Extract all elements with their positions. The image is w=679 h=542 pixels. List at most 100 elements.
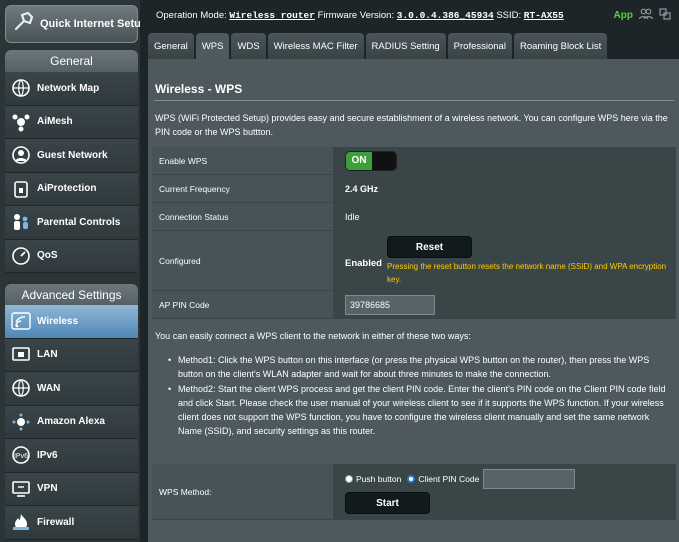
method2-text: Method2: Start the client WPS process an…	[168, 382, 668, 438]
configured-cell: Enabled Reset Pressing the reset button …	[333, 231, 676, 290]
qos-gauge-icon	[9, 245, 33, 267]
wps-method-row: WPS Method: Push button Client PIN Code …	[152, 464, 676, 520]
toggle-knob	[372, 151, 396, 170]
tab-radius-setting[interactable]: RADIUS Setting	[365, 33, 446, 59]
firmware-version-link[interactable]: 3.0.0.4.386_45934	[397, 10, 494, 21]
instructions-intro: You can easily connect a WPS client to t…	[155, 331, 471, 341]
ap-pin-row: AP PIN Code 39786685	[152, 291, 676, 319]
sidebar-item-label: Wireless	[37, 315, 79, 327]
enable-wps-label: Enable WPS	[152, 147, 333, 174]
sidebar-item-wan[interactable]: WAN	[5, 372, 138, 406]
sidebar-item-wireless[interactable]: Wireless	[5, 305, 138, 339]
connection-status-label: Connection Status	[152, 203, 333, 230]
sidebar-item-aiprotection[interactable]: AiProtection	[5, 172, 138, 206]
sidebar-item-lan[interactable]: LAN	[5, 338, 138, 372]
usb-icon[interactable]	[659, 8, 671, 23]
sidebar-item-firewall[interactable]: Firewall	[5, 506, 138, 540]
app-link[interactable]: App	[614, 10, 633, 21]
instructions-list: Method1: Click the WPS button on this in…	[168, 353, 668, 439]
method1-text: Method1: Click the WPS button on this in…	[168, 353, 668, 381]
enable-wps-row: Enable WPS ON	[152, 147, 676, 175]
sidebar-item-label: Amazon Alexa	[37, 416, 105, 428]
tab-professional[interactable]: Professional	[447, 33, 512, 59]
sidebar-item-amazon-alexa[interactable]: Amazon Alexa	[5, 405, 138, 439]
top-status-bar: Operation Mode: Wireless router Firmware…	[140, 0, 679, 32]
sidebar-item-network-map[interactable]: Network Map	[5, 72, 138, 106]
toggle-on-label: ON	[346, 151, 372, 170]
wps-method-label: WPS Method:	[152, 464, 333, 519]
client-pin-label: Client PIN Code	[418, 474, 480, 484]
advanced-menu: Wireless LAN WAN Amazon Alexa IPv6 IPv6 …	[5, 305, 138, 540]
tab-wireless-mac-filter[interactable]: Wireless MAC Filter	[267, 33, 364, 59]
tab-general[interactable]: General	[148, 33, 194, 59]
enable-wps-cell: ON	[333, 147, 676, 174]
sidebar-item-ipv6[interactable]: IPv6 IPv6	[5, 439, 138, 473]
aimesh-icon	[9, 111, 33, 133]
users-icon[interactable]	[638, 8, 654, 23]
top-status-info: Operation Mode: Wireless router Firmware…	[156, 10, 564, 21]
tab-roaming-block-list[interactable]: Roaming Block List	[513, 33, 608, 59]
quick-setup-label: Quick Internet Setup	[40, 18, 148, 30]
wps-settings-table: Enable WPS ON Current Frequency 2.4 GHz …	[152, 147, 676, 319]
sidebar-item-label: LAN	[37, 349, 58, 361]
sidebar: Quick Internet Setup General Network Map…	[0, 0, 148, 542]
current-frequency-row: Current Frequency 2.4 GHz	[152, 175, 676, 203]
current-frequency-value: 2.4 GHz	[333, 175, 676, 202]
operation-mode-label: Operation Mode:	[156, 10, 227, 21]
general-section-heading: General	[5, 50, 138, 72]
reset-note: Pressing the reset button resets the net…	[387, 262, 667, 284]
ssid-label: SSID:	[496, 10, 522, 21]
main-panel: Wireless - WPS WPS (WiFi Protected Setup…	[148, 59, 679, 542]
ssid-link[interactable]: RT-AX55	[524, 10, 564, 21]
tab-wds[interactable]: WDS	[231, 33, 266, 59]
ipv6-globe-icon: IPv6	[9, 444, 33, 466]
wps-method-table: WPS Method: Push button Client PIN Code …	[152, 464, 676, 520]
sidebar-item-guest-network[interactable]: Guest Network	[5, 139, 138, 173]
sidebar-item-label: VPN	[37, 483, 58, 495]
wps-method-cell: Push button Client PIN Code Start	[333, 464, 676, 519]
svg-text:IPv6: IPv6	[14, 453, 28, 460]
wifi-icon	[9, 310, 33, 332]
wps-method-options: Push button Client PIN Code	[345, 469, 576, 489]
advanced-section-heading: Advanced Settings	[5, 284, 138, 306]
connection-status-row: Connection Status Idle	[152, 203, 676, 231]
operation-mode-link[interactable]: Wireless router	[229, 10, 315, 21]
general-menu: Network Map AiMesh Guest Network AiProte…	[5, 72, 138, 273]
page-title: Wireless - WPS	[155, 82, 243, 96]
configured-row: Configured Enabled Reset Pressing the re…	[152, 231, 676, 291]
sidebar-item-aimesh[interactable]: AiMesh	[5, 105, 138, 139]
push-button-label: Push button	[356, 474, 402, 484]
ap-pin-cell: 39786685	[333, 291, 676, 318]
client-pin-radio[interactable]	[407, 475, 416, 483]
sidebar-item-label: Guest Network	[37, 149, 108, 161]
start-button[interactable]: Start	[345, 492, 430, 514]
current-frequency-label: Current Frequency	[152, 175, 333, 202]
push-button-radio[interactable]	[345, 475, 353, 483]
reset-button[interactable]: Reset	[387, 236, 472, 258]
title-divider	[154, 100, 674, 101]
sidebar-item-label: AiProtection	[37, 183, 97, 195]
firewall-icon	[9, 511, 33, 533]
configured-value: Enabled	[345, 258, 382, 269]
ap-pin-field[interactable]: 39786685	[345, 294, 435, 315]
sidebar-item-label: Parental Controls	[37, 216, 121, 228]
parental-controls-icon	[9, 211, 33, 233]
tab-wps[interactable]: WPS	[195, 33, 230, 59]
firmware-label: Firmware Version:	[317, 10, 395, 21]
guest-network-icon	[9, 144, 33, 166]
sidebar-item-label: QoS	[37, 250, 58, 262]
connection-status-value: Idle	[333, 203, 676, 230]
settings-tabs: General WPS WDS Wireless MAC Filter RADI…	[148, 33, 608, 59]
lan-icon	[9, 344, 33, 366]
sidebar-item-label: IPv6	[37, 449, 58, 461]
alexa-icon	[9, 411, 33, 433]
client-pin-input[interactable]	[483, 469, 576, 489]
sidebar-item-parental-controls[interactable]: Parental Controls	[5, 206, 138, 240]
sidebar-item-label: Firewall	[37, 516, 75, 528]
sidebar-item-qos[interactable]: QoS	[5, 239, 138, 273]
sidebar-item-vpn[interactable]: VPN	[5, 472, 138, 506]
configured-label: Configured	[152, 231, 333, 290]
enable-wps-toggle[interactable]: ON	[345, 150, 397, 171]
quick-internet-setup-button[interactable]: Quick Internet Setup	[5, 5, 148, 43]
ap-pin-label: AP PIN Code	[152, 291, 333, 318]
